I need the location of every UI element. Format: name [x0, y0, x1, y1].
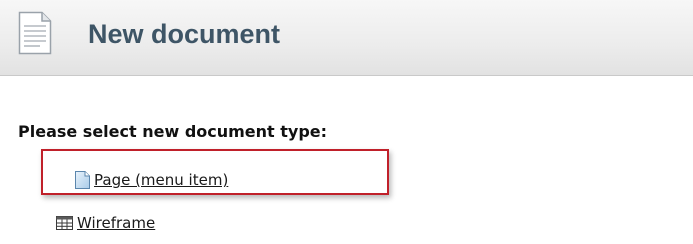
page-title: New document — [88, 19, 281, 49]
page-menu-item-option[interactable]: Page (menu item) — [75, 171, 228, 189]
page-header: New document — [0, 0, 693, 76]
document-icon — [18, 11, 52, 55]
page-menu-item-label[interactable]: Page (menu item) — [94, 171, 228, 189]
page-icon — [75, 171, 90, 189]
wireframe-label[interactable]: Wireframe — [77, 214, 155, 232]
wireframe-option[interactable]: Wireframe — [56, 214, 155, 232]
table-grid-icon — [56, 216, 73, 230]
select-type-prompt: Please select new document type: — [18, 122, 328, 141]
